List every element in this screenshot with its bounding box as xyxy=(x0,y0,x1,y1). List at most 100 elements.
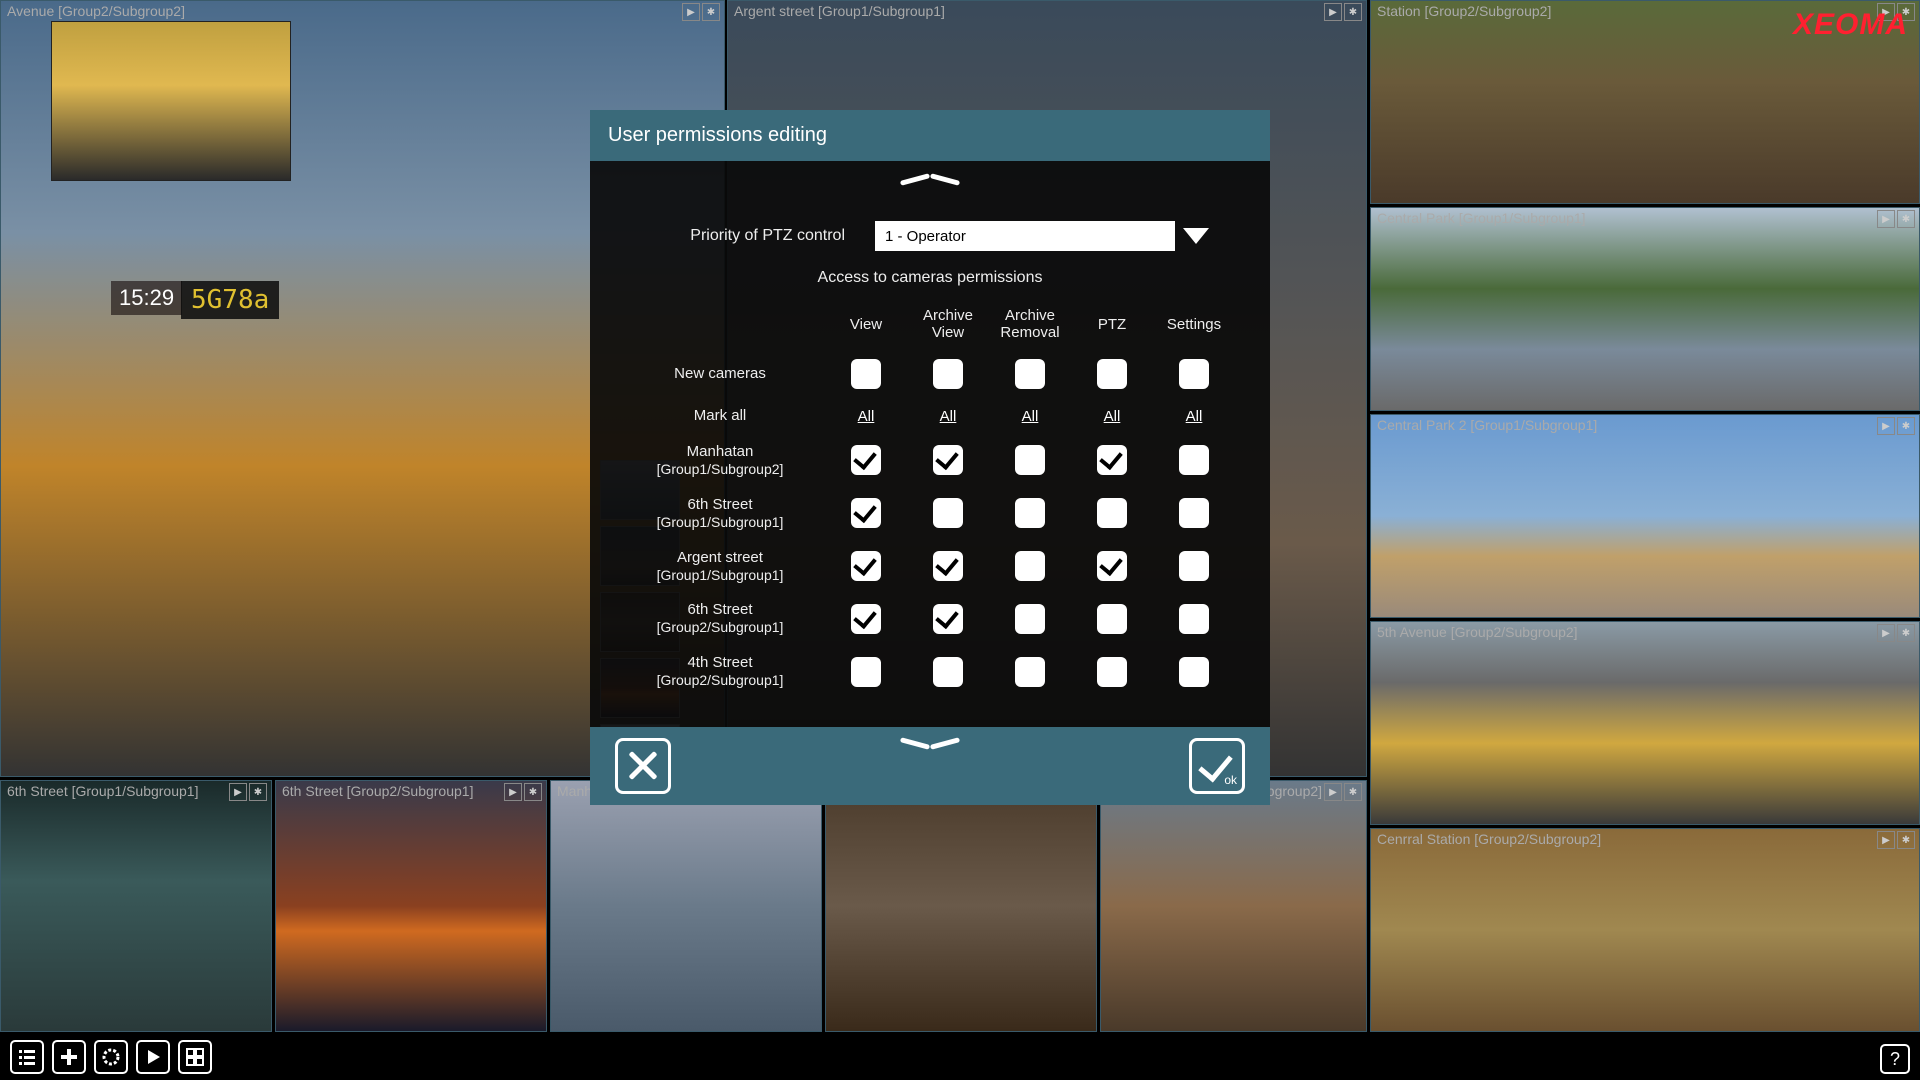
permission-row: Manhatan[Group1/Subgroup2] xyxy=(615,443,1245,478)
chevron-down-icon[interactable] xyxy=(1183,228,1209,244)
gear-icon[interactable]: ✱ xyxy=(702,3,720,21)
list-button[interactable] xyxy=(10,1040,44,1074)
layout-button[interactable] xyxy=(178,1040,212,1074)
checkbox[interactable] xyxy=(1015,604,1045,634)
all-link-settings[interactable]: All xyxy=(1153,408,1235,425)
camera-feed xyxy=(826,781,1096,1031)
license-plate-overlay: 5G78a xyxy=(181,281,279,319)
checkbox[interactable] xyxy=(851,445,881,475)
gear-icon[interactable]: ✱ xyxy=(1897,417,1915,435)
checkbox[interactable] xyxy=(1015,445,1045,475)
scroll-down-icon[interactable] xyxy=(900,733,960,753)
cancel-button[interactable] xyxy=(615,738,671,794)
camera-title: 6th Street [Group1/Subgroup1] xyxy=(1,781,204,801)
all-link-view[interactable]: All xyxy=(825,408,907,425)
bottom-toolbar xyxy=(10,1040,212,1074)
play-icon[interactable]: ▶ xyxy=(1877,417,1895,435)
checkbox[interactable] xyxy=(933,604,963,634)
checkbox[interactable] xyxy=(1179,657,1209,687)
camera-feed xyxy=(1101,781,1366,1031)
camera-title: Avenue [Group2/Subgroup2] xyxy=(1,1,191,21)
picture-in-picture xyxy=(51,21,291,181)
play-icon[interactable]: ▶ xyxy=(682,3,700,21)
camera-row-label: Argent street[Group1/Subgroup1] xyxy=(615,549,825,584)
ok-button[interactable]: ok xyxy=(1189,738,1245,794)
checkbox[interactable] xyxy=(1179,498,1209,528)
camera-tile-times[interactable]: Times square [Group2/Subgroup2]▶✱ xyxy=(1100,780,1367,1032)
play-icon[interactable]: ▶ xyxy=(229,783,247,801)
column-header: View xyxy=(825,316,907,333)
checkbox[interactable] xyxy=(851,498,881,528)
permissions-heading: Access to cameras permissions xyxy=(615,269,1245,287)
dialog-title-text: User permissions editing xyxy=(608,124,827,146)
mark-all-label: Mark all xyxy=(615,407,825,425)
gear-icon[interactable]: ✱ xyxy=(1897,210,1915,228)
checkbox[interactable] xyxy=(851,604,881,634)
checkbox[interactable] xyxy=(933,657,963,687)
camera-tile-centralstation[interactable]: Cenrral Station [Group2/Subgroup2] ▶✱ xyxy=(1370,828,1920,1032)
gear-icon[interactable]: ✱ xyxy=(249,783,267,801)
camera-tile-6th1[interactable]: 6th Street [Group1/Subgroup1] ▶✱ xyxy=(0,780,272,1032)
add-button[interactable] xyxy=(52,1040,86,1074)
checkbox[interactable] xyxy=(1097,445,1127,475)
checkbox[interactable] xyxy=(1097,604,1127,634)
camera-feed xyxy=(1371,622,1919,824)
all-link-archive-removal[interactable]: All xyxy=(989,408,1071,425)
all-link-ptz[interactable]: All xyxy=(1071,408,1153,425)
checkbox-new-ptz[interactable] xyxy=(1097,359,1127,389)
column-header: ArchiveRemoval xyxy=(989,307,1071,341)
camera-feed xyxy=(1371,829,1919,1031)
camera-tile-manhattan[interactable]: Manhatan [Group1/Subgroup2]▶✱ xyxy=(550,780,822,1032)
play-icon[interactable]: ▶ xyxy=(1877,624,1895,642)
play-icon[interactable]: ▶ xyxy=(1877,210,1895,228)
dialog-title: User permissions editing xyxy=(590,110,1270,161)
checkbox[interactable] xyxy=(933,498,963,528)
checkbox[interactable] xyxy=(851,657,881,687)
checkbox-new-archive-view[interactable] xyxy=(933,359,963,389)
checkbox[interactable] xyxy=(1179,445,1209,475)
checkbox[interactable] xyxy=(1097,657,1127,687)
checkbox[interactable] xyxy=(1015,498,1045,528)
checkbox[interactable] xyxy=(851,551,881,581)
ptz-priority-value: 1 - Operator xyxy=(885,228,966,245)
gear-icon[interactable]: ✱ xyxy=(524,783,542,801)
checkbox[interactable] xyxy=(1097,551,1127,581)
gear-icon[interactable]: ✱ xyxy=(1344,783,1362,801)
permission-row: 6th Street[Group1/Subgroup1] xyxy=(615,496,1245,531)
scroll-up-icon[interactable] xyxy=(900,169,960,189)
play-icon[interactable]: ▶ xyxy=(504,783,522,801)
play-icon[interactable]: ▶ xyxy=(1324,3,1342,21)
checkbox[interactable] xyxy=(1179,604,1209,634)
camera-tile-6th2[interactable]: 6th Street [Group2/Subgroup1] ▶✱ xyxy=(275,780,547,1032)
camera-tile-centralpark[interactable]: Central Park [Group1/Subgroup1]▶✱ xyxy=(1370,207,1920,411)
checkbox[interactable] xyxy=(1015,657,1045,687)
gear-icon[interactable]: ✱ xyxy=(1897,624,1915,642)
permission-row: 6th Street[Group2/Subgroup1] xyxy=(615,601,1245,636)
play-button[interactable] xyxy=(136,1040,170,1074)
camera-tile-centralpark2[interactable]: Central Park 2 [Group1/Subgroup1]▶✱ xyxy=(1370,414,1920,618)
checkbox[interactable] xyxy=(933,551,963,581)
gear-icon[interactable]: ✱ xyxy=(1344,3,1362,21)
camera-tile-4th[interactable]: 4th Street [Group2/Subgroup1]▶✱ xyxy=(825,780,1097,1032)
gear-icon[interactable]: ✱ xyxy=(1897,831,1915,849)
column-header: Settings xyxy=(1153,316,1235,333)
camera-title: 6th Street [Group2/Subgroup1] xyxy=(276,781,479,801)
checkbox[interactable] xyxy=(933,445,963,475)
camera-tile-5thave[interactable]: 5th Avenue [Group2/Subgroup2]▶✱ xyxy=(1370,621,1920,825)
camera-row-label: 6th Street[Group2/Subgroup1] xyxy=(615,601,825,636)
checkbox-new-settings[interactable] xyxy=(1179,359,1209,389)
ptz-priority-select[interactable]: 1 - Operator xyxy=(875,221,1175,251)
all-link-archive-view[interactable]: All xyxy=(907,408,989,425)
settings-button[interactable] xyxy=(94,1040,128,1074)
help-button[interactable]: ? xyxy=(1880,1044,1910,1074)
checkbox[interactable] xyxy=(1015,551,1045,581)
checkbox-new-archive-removal[interactable] xyxy=(1015,359,1045,389)
play-icon[interactable]: ▶ xyxy=(1877,831,1895,849)
checkbox-new-view[interactable] xyxy=(851,359,881,389)
camera-feed xyxy=(1371,415,1919,617)
checkbox[interactable] xyxy=(1179,551,1209,581)
checkbox[interactable] xyxy=(1097,498,1127,528)
play-icon[interactable]: ▶ xyxy=(1324,783,1342,801)
camera-title: Cenrral Station [Group2/Subgroup2] xyxy=(1371,829,1607,849)
user-permissions-dialog: User permissions editing Priority of PTZ… xyxy=(590,110,1270,805)
